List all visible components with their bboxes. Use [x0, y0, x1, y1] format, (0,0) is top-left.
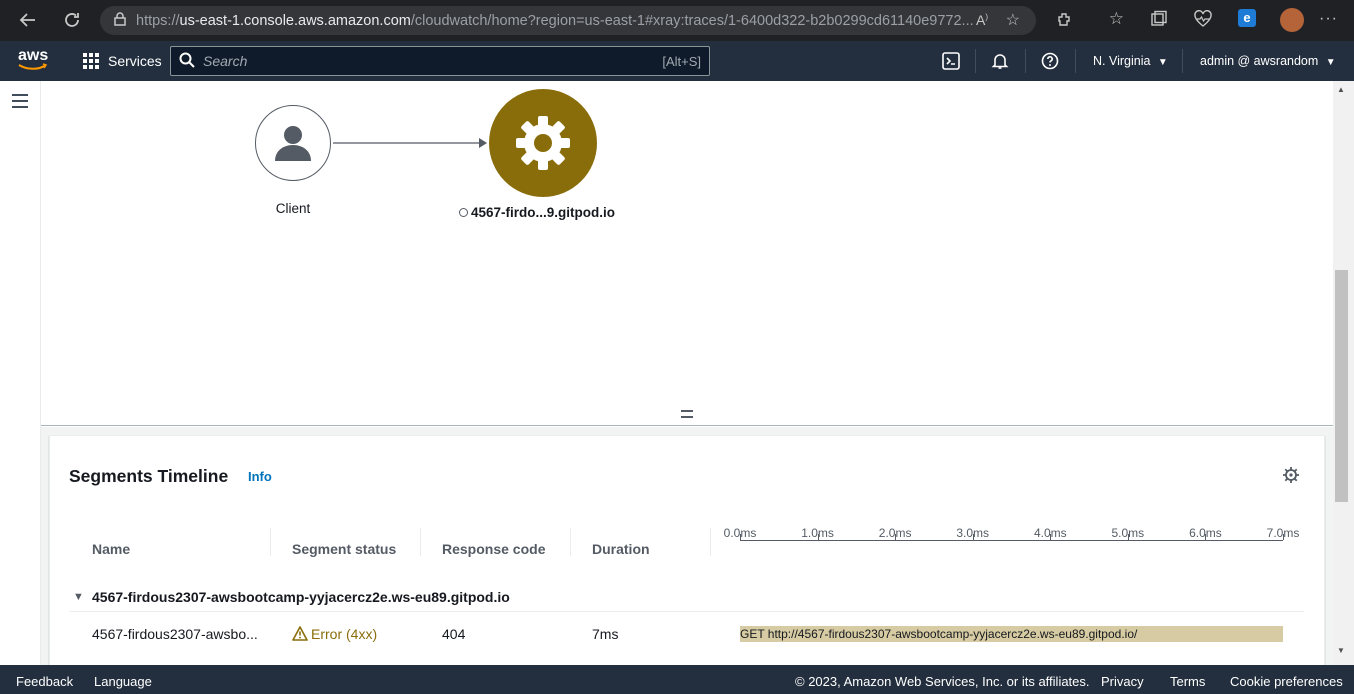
favorite-add-icon[interactable]: ☆ [1006, 10, 1020, 30]
search-shortcut: [Alt+S] [662, 53, 701, 69]
search-placeholder: Search [203, 53, 248, 69]
feedback-link[interactable]: Feedback [16, 674, 73, 689]
scroll-down-icon[interactable]: ▼ [1337, 646, 1345, 655]
services-label: Services [108, 53, 162, 69]
help-icon[interactable] [1041, 52, 1059, 73]
privacy-link[interactable]: Privacy [1101, 674, 1144, 689]
segment-group-name: 4567-firdous2307-awsbootcamp-yyjacercz2e… [92, 589, 510, 605]
info-link[interactable]: Info [248, 469, 272, 484]
collections-icon[interactable] [1150, 10, 1168, 33]
browser-toolbar: https://us-east-1.console.aws.amazon.com… [0, 0, 1354, 41]
status-badge: Error (4xx) [292, 626, 377, 644]
resize-handle[interactable] [681, 410, 693, 418]
favorites-icon[interactable]: ☆ [1109, 9, 1124, 29]
ie-mode-icon[interactable]: e [1238, 9, 1256, 27]
timeline-bar[interactable]: GET http://4567-firdous2307-awsbootcamp-… [740, 626, 1283, 642]
more-menu-icon[interactable]: ··· [1319, 10, 1338, 28]
aws-logo[interactable]: aws [18, 48, 50, 73]
health-icon[interactable] [1194, 10, 1212, 33]
segment-group-row[interactable]: ▼ 4567-firdous2307-awsbootcamp-yyjacercz… [70, 588, 1304, 612]
status-ring-icon [459, 208, 468, 217]
service-node-label: 4567-firdo...9.gitpod.io [459, 205, 629, 220]
url-prefix: https:// [136, 12, 180, 29]
services-menu[interactable]: Services [82, 53, 162, 69]
tick-mark [740, 534, 741, 540]
tick-mark [895, 534, 897, 540]
column-header-segment-status[interactable]: Segment status [292, 541, 396, 557]
tick-mark [1205, 534, 1207, 540]
axis-line [740, 540, 1283, 541]
response-code: 404 [442, 626, 466, 642]
grid-icon [82, 53, 100, 69]
panel-title: Segments Timeline [69, 466, 229, 486]
lock-icon [114, 11, 126, 30]
service-node[interactable] [489, 89, 597, 197]
back-icon[interactable] [14, 6, 42, 34]
user-icon [273, 125, 313, 166]
page-scrollbar[interactable]: ▲ ▼ [1333, 81, 1354, 665]
console-footer: Feedback Language © 2023, Amazon Web Ser… [0, 665, 1354, 694]
timeline-bar-label: GET http://4567-firdous2307-awsbootcamp-… [740, 627, 1138, 641]
account-menu[interactable]: admin @ awsrandom ▼ [1200, 54, 1336, 68]
url-host: us-east-1.console.aws.amazon.com [179, 12, 411, 29]
avatar[interactable] [1280, 8, 1304, 32]
hamburger-menu-icon[interactable] [12, 94, 28, 113]
terms-link[interactable]: Terms [1170, 674, 1205, 689]
status-text: Error (4xx) [311, 626, 378, 642]
cookie-preferences-link[interactable]: Cookie preferences [1230, 674, 1343, 689]
lower-pane: Segments Timeline Info Name Segment stat… [41, 427, 1333, 675]
copyright-text: © 2023, Amazon Web Services, Inc. or its… [795, 674, 1090, 689]
warning-icon [292, 626, 308, 644]
tick-mark [1050, 534, 1052, 540]
tick-mark [1283, 534, 1284, 540]
tick-mark [972, 534, 974, 540]
cloudshell-icon[interactable] [942, 52, 960, 73]
segments-timeline-panel: Segments Timeline Info Name Segment stat… [49, 435, 1325, 675]
search-icon [179, 52, 195, 71]
service-node-name: 4567-firdo...9.gitpod.io [471, 205, 616, 220]
service-map: Client 4567-firdo...9.gitpod.io [41, 81, 1333, 426]
region-label: N. Virginia [1093, 54, 1151, 68]
table-row[interactable]: 4567-firdous2307-awsbo... Error (4xx) 40… [50, 622, 1324, 648]
side-nav-rail [0, 81, 41, 665]
reload-icon[interactable] [58, 6, 86, 34]
caret-down-icon[interactable]: ▼ [73, 591, 84, 603]
tick-mark [817, 534, 819, 540]
settings-gear-icon[interactable] [1282, 466, 1300, 489]
url-path: /cloudwatch/home?region=us-east-1#xray:t… [410, 12, 974, 29]
segment-name: 4567-firdous2307-awsbo... [92, 626, 258, 642]
search-input[interactable]: Search [Alt+S] [170, 46, 710, 76]
caret-down-icon: ▼ [1325, 57, 1336, 68]
notifications-bell-icon[interactable] [991, 52, 1009, 73]
column-header-name[interactable]: Name [92, 541, 130, 557]
scroll-up-icon[interactable]: ▲ [1337, 85, 1345, 94]
main-content: Client 4567-firdo...9.gitpod.io Segments… [41, 81, 1333, 675]
scrollbar-thumb[interactable] [1335, 270, 1348, 502]
read-aloud-icon[interactable]: A) [976, 12, 988, 28]
column-header-duration[interactable]: Duration [592, 541, 650, 557]
client-label: Client [275, 201, 311, 216]
client-node[interactable] [255, 105, 331, 181]
caret-down-icon: ▼ [1157, 57, 1168, 68]
account-label: admin @ awsrandom [1200, 54, 1319, 68]
region-selector[interactable]: N. Virginia ▼ [1093, 54, 1168, 68]
aws-top-nav: aws Services Search [Alt+S] N. Virginia … [0, 41, 1354, 81]
extensions-icon[interactable] [1056, 10, 1074, 33]
address-bar[interactable]: https://us-east-1.console.aws.amazon.com… [100, 6, 1036, 35]
duration: 7ms [592, 626, 619, 642]
tick-mark [1127, 534, 1129, 540]
gear-icon [514, 114, 572, 177]
language-link[interactable]: Language [94, 674, 152, 689]
column-header-response-code[interactable]: Response code [442, 541, 545, 557]
